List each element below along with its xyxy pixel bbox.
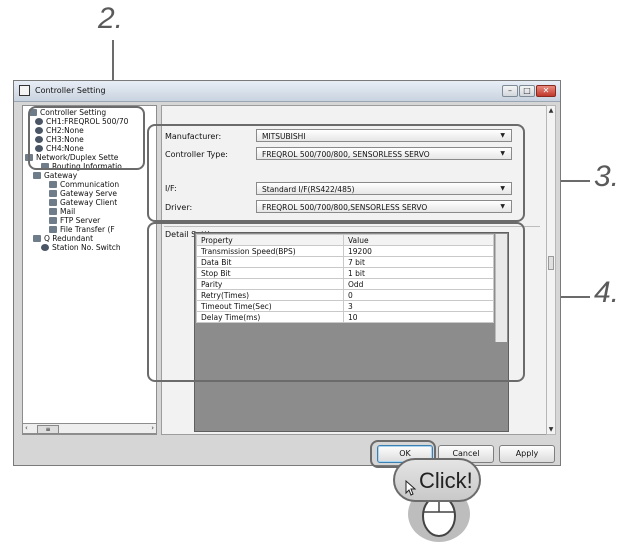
- callout-3-highlight: [147, 124, 525, 222]
- tree-item-gateway-client[interactable]: Gateway Client: [49, 198, 117, 207]
- gateway-icon: [33, 172, 41, 179]
- tree-item-file-transfer[interactable]: File Transfer (F: [49, 225, 115, 234]
- tree-item-gateway[interactable]: Gateway: [33, 171, 77, 180]
- scroll-up-icon[interactable]: ▲: [547, 107, 555, 114]
- scroll-down-icon[interactable]: ▼: [547, 426, 555, 433]
- callout-number-3: 3.: [594, 160, 620, 193]
- tree-item-station-switch[interactable]: Station No. Switch: [41, 243, 121, 252]
- tree-horizontal-scrollbar[interactable]: ‹ ≡ ›: [22, 423, 157, 434]
- callout-4-highlight: [147, 222, 525, 382]
- scroll-thumb[interactable]: ≡: [37, 425, 59, 434]
- cursor-arrow-icon: [405, 480, 417, 496]
- file-transfer-icon: [49, 226, 57, 233]
- maximize-icon: □: [523, 86, 531, 95]
- callout-number-2: 2.: [98, 2, 124, 35]
- scroll-left-icon[interactable]: ‹: [25, 424, 28, 433]
- mail-icon: [49, 208, 57, 215]
- click-bubble-text: Click!: [419, 468, 473, 493]
- maximize-button[interactable]: □: [519, 85, 535, 97]
- app-icon: [19, 85, 30, 96]
- callout-number-4: 4.: [594, 276, 620, 309]
- scroll-thumb[interactable]: [548, 256, 554, 270]
- close-button[interactable]: ✕: [536, 85, 556, 97]
- redundant-icon: [33, 235, 41, 242]
- apply-button[interactable]: Apply: [499, 445, 555, 463]
- tree-item-gateway-server[interactable]: Gateway Serve: [49, 189, 117, 198]
- client-icon: [49, 199, 57, 206]
- minimize-icon: –: [508, 86, 512, 95]
- communication-icon: [49, 181, 57, 188]
- server-icon: [49, 190, 57, 197]
- tree-item-communication[interactable]: Communication: [49, 180, 119, 189]
- station-icon: [41, 244, 49, 251]
- ftp-icon: [49, 217, 57, 224]
- window-title: Controller Setting: [35, 86, 106, 95]
- tree-item-mail[interactable]: Mail: [49, 207, 75, 216]
- panel-vertical-scrollbar[interactable]: ▲ ▼: [546, 105, 556, 435]
- minimize-button[interactable]: –: [502, 85, 518, 97]
- scroll-right-icon[interactable]: ›: [151, 424, 154, 433]
- close-icon: ✕: [542, 86, 550, 95]
- tree-item-q-redundant[interactable]: Q Redundant: [33, 234, 93, 243]
- callout-2-highlight: [28, 106, 145, 170]
- title-bar[interactable]: Controller Setting – □ ✕: [14, 81, 560, 102]
- tree-item-ftp-server[interactable]: FTP Server: [49, 216, 100, 225]
